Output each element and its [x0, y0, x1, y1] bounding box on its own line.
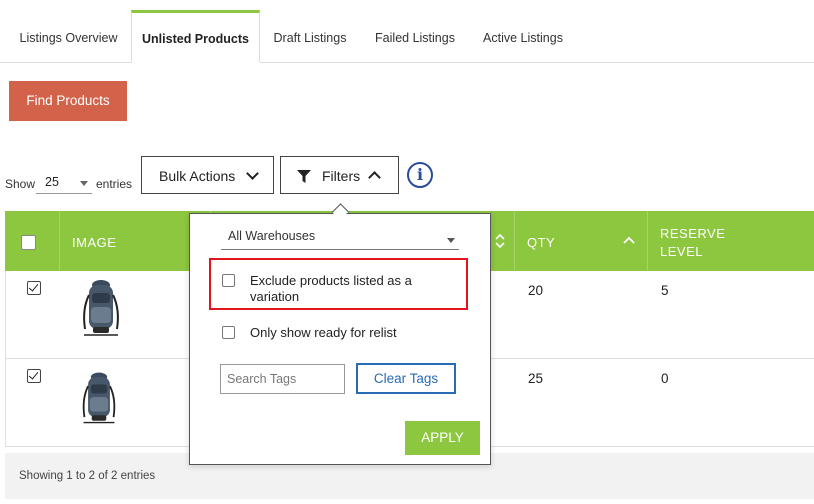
- column-image-label: IMAGE: [72, 235, 117, 250]
- column-reserve-label-1: RESERVE: [660, 226, 726, 241]
- exclude-variation-label-line2: variation: [250, 289, 300, 304]
- exclude-variation-checkbox[interactable]: [222, 274, 235, 287]
- tab-listings-overview[interactable]: Listings Overview: [6, 10, 131, 62]
- bulk-actions-label: Bulk Actions: [159, 168, 236, 184]
- qty-value: 20: [528, 283, 544, 298]
- column-qty[interactable]: QTY: [515, 211, 648, 271]
- clear-tags-button[interactable]: Clear Tags: [356, 363, 456, 394]
- caret-down-icon: [80, 181, 88, 186]
- entries-info: Showing 1 to 2 of 2 entries: [19, 470, 156, 482]
- entries-value: 25: [45, 175, 59, 189]
- warehouse-select[interactable]: All Warehouses: [221, 228, 459, 250]
- column-reserve-label-2: LEVEL: [660, 244, 703, 259]
- entries-select[interactable]: 25: [36, 173, 92, 194]
- sort-icon[interactable]: [495, 234, 505, 248]
- search-tags-input[interactable]: Search Tags: [220, 364, 345, 394]
- qty-value: 25: [528, 371, 544, 386]
- entries-label: entries: [96, 177, 133, 191]
- warehouse-value: All Warehouses: [228, 229, 316, 243]
- bulk-actions-button[interactable]: Bulk Actions: [141, 156, 274, 194]
- info-icon[interactable]: i: [407, 162, 433, 188]
- show-label: Show: [5, 177, 36, 191]
- tab-unlisted-products[interactable]: Unlisted Products: [131, 10, 260, 63]
- caret-down-icon: [447, 238, 455, 243]
- column-reserve-level[interactable]: RESERVE LEVEL: [648, 211, 814, 271]
- tab-active-listings[interactable]: Active Listings: [470, 10, 576, 62]
- filters-button[interactable]: Filters: [280, 156, 399, 194]
- select-all-checkbox[interactable]: [21, 235, 36, 250]
- reserve-value: 5: [661, 283, 669, 298]
- backpack-image: [82, 372, 116, 424]
- tab-failed-listings[interactable]: Failed Listings: [362, 10, 468, 62]
- column-qty-label: QTY: [527, 235, 556, 250]
- tab-draft-listings[interactable]: Draft Listings: [260, 10, 360, 62]
- reserve-value: 0: [661, 371, 669, 386]
- apply-button[interactable]: APPLY: [405, 421, 480, 455]
- filters-label: Filters: [322, 168, 361, 184]
- chevron-up-icon: [368, 171, 381, 184]
- row-checkbox[interactable]: [27, 369, 41, 383]
- chevron-down-icon: [246, 167, 259, 180]
- backpack-image: [83, 280, 119, 336]
- ready-relist-checkbox[interactable]: [222, 326, 235, 339]
- find-products-button[interactable]: Find Products: [9, 81, 127, 121]
- filter-icon: [297, 170, 311, 183]
- exclude-variation-label: Exclude products listed as a: [250, 273, 412, 288]
- tab-bar: Listings Overview Unlisted Products Draf…: [0, 0, 814, 63]
- ready-relist-label: Only show ready for relist: [250, 325, 397, 340]
- sort-asc-icon[interactable]: [623, 236, 635, 244]
- select-all-cell: [5, 211, 60, 271]
- row-checkbox[interactable]: [27, 281, 41, 295]
